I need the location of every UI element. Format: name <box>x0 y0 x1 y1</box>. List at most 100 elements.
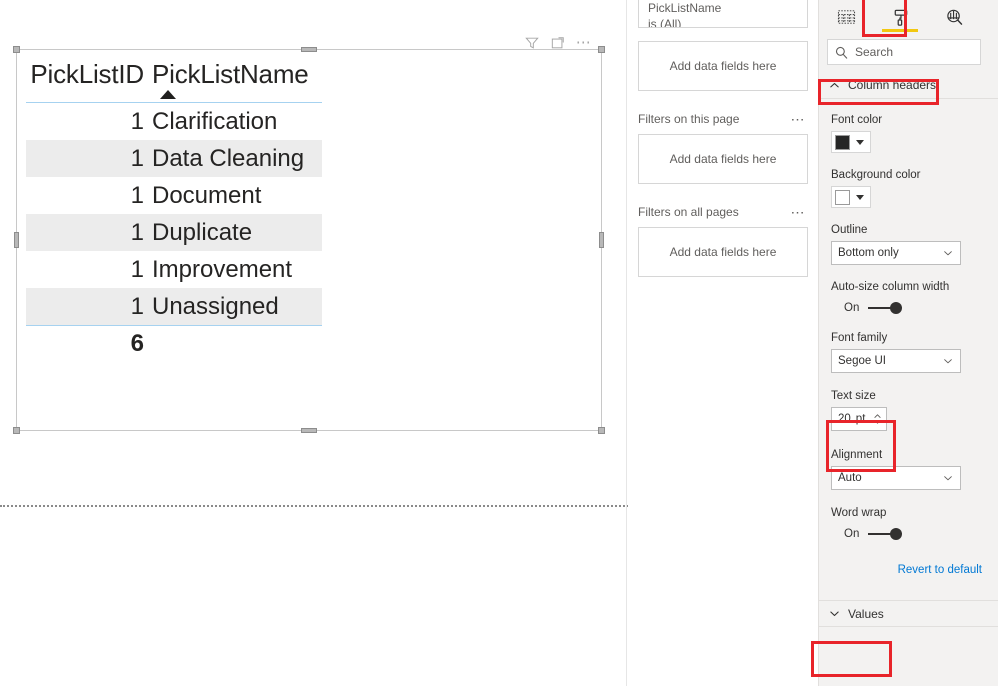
text-size-label: Text size <box>831 390 876 402</box>
resize-handle-left-middle[interactable] <box>14 232 19 248</box>
cell-picklistname: Clarification <box>152 108 278 135</box>
font-family-dropdown[interactable]: Segoe UI <box>831 349 961 373</box>
word-wrap-toggle[interactable] <box>868 527 903 541</box>
section-more-icon[interactable]: ⋯ <box>791 112 807 126</box>
column-header-picklistname[interactable]: PickListName <box>148 59 322 89</box>
chevron-down-icon <box>856 139 864 145</box>
property-font-family: Font family Segoe UI <box>819 332 998 373</box>
font-color-chip <box>835 134 850 150</box>
cell-picklistid: 1 <box>130 256 144 283</box>
total-value: 6 <box>130 330 144 357</box>
visualizations-format-pane: Search Column headers Font color Backgro… <box>818 0 998 686</box>
ellipsis-glyph: ⋯ <box>575 34 593 51</box>
outline-dropdown[interactable]: Bottom only <box>831 241 961 265</box>
cell-picklistid: 1 <box>130 219 144 246</box>
dropzone-label: Add data fields here <box>669 152 777 166</box>
cell-picklistid: 1 <box>130 145 144 172</box>
font-color-label: Font color <box>831 114 883 126</box>
search-icon <box>835 46 848 59</box>
table-row[interactable]: 1 Improvement <box>26 251 322 288</box>
resize-handle-top-right[interactable] <box>598 46 605 53</box>
section-more-icon[interactable]: ⋯ <box>791 205 807 219</box>
cell-picklistname: Improvement <box>152 256 293 283</box>
resize-handle-top-middle[interactable] <box>301 47 317 52</box>
filter-dropzone-this-page[interactable]: Add data fields here <box>638 134 808 184</box>
property-text-size: Text size 20 pt <box>819 390 998 431</box>
fields-tab[interactable] <box>824 1 868 33</box>
background-color-chip <box>835 189 850 205</box>
cell-picklistid: 1 <box>130 108 144 135</box>
outline-label: Outline <box>831 224 868 236</box>
auto-size-state: On <box>844 302 860 314</box>
section-column-headers[interactable]: Column headers <box>819 72 998 99</box>
filter-dropzone-all-pages[interactable]: Add data fields here <box>638 227 808 277</box>
font-family-label: Font family <box>831 332 888 344</box>
resize-handle-right-middle[interactable] <box>599 232 604 248</box>
canvas-page-boundary <box>0 505 628 507</box>
section-label: Filters on all pages <box>638 205 739 219</box>
text-size-value: 20 <box>838 413 851 425</box>
dropzone-label: Add data fields here <box>669 59 777 73</box>
table-row[interactable]: 1 Document <box>26 177 322 214</box>
search-input[interactable]: Search <box>827 39 981 65</box>
format-tab[interactable] <box>878 1 922 33</box>
table-visual-container[interactable]: PickListID PickListName 1 Clarification … <box>13 46 605 434</box>
filters-on-all-pages-header: Filters on all pages ⋯ <box>638 197 808 227</box>
alignment-value: Auto <box>838 472 862 484</box>
filter-dropzone-this-visual[interactable]: Add data fields here <box>638 41 808 91</box>
table-row[interactable]: 1 Data Cleaning <box>26 140 322 177</box>
property-font-color: Font color <box>819 114 998 153</box>
section-label: Filters on this page <box>638 112 740 126</box>
report-canvas[interactable]: ⋯ PickListID PickListName 1 Clarificatio… <box>0 0 628 686</box>
filter-field-name: PickListName <box>648 1 722 15</box>
table-row[interactable]: 1 Clarification <box>26 103 322 140</box>
resize-handle-top-left[interactable] <box>13 46 20 53</box>
section-values[interactable]: Values <box>819 600 998 627</box>
sort-ascending-arrow-icon <box>160 90 176 99</box>
chevron-down-icon <box>943 473 953 483</box>
table-header-row: PickListID PickListName <box>26 59 322 103</box>
table-row[interactable]: 1 Duplicate <box>26 214 322 251</box>
font-family-value: Segoe UI <box>838 355 886 367</box>
header-rule <box>26 102 322 103</box>
cell-picklistid: 1 <box>130 293 144 320</box>
property-alignment: Alignment Auto <box>819 449 998 490</box>
property-word-wrap: Word wrap On <box>819 507 998 541</box>
cell-picklistname: Data Cleaning <box>152 145 305 172</box>
column-header-picklistid[interactable]: PickListID <box>26 59 148 89</box>
resize-handle-bottom-middle[interactable] <box>301 428 317 433</box>
background-color-picker[interactable] <box>831 186 871 208</box>
table-visual[interactable]: PickListID PickListName 1 Clarification … <box>26 59 322 362</box>
chevron-down-icon <box>943 248 953 258</box>
chevron-up-icon <box>829 80 843 91</box>
resize-handle-bottom-right[interactable] <box>598 427 605 434</box>
auto-size-toggle[interactable] <box>868 301 903 315</box>
font-color-picker[interactable] <box>831 131 871 153</box>
background-color-label: Background color <box>831 169 921 181</box>
chevron-down-icon <box>856 194 864 200</box>
table-row[interactable]: 1 Unassigned <box>26 288 322 325</box>
filter-card-picklistname[interactable]: PickListName is (All) <box>638 0 808 28</box>
stepper-arrows-icon[interactable] <box>873 412 882 426</box>
text-size-stepper[interactable]: 20 pt <box>831 407 887 431</box>
revert-to-default-link[interactable]: Revert to default <box>898 564 982 576</box>
power-bi-report-editor: ⋯ PickListID PickListName 1 Clarificatio… <box>0 0 998 686</box>
word-wrap-state: On <box>844 528 860 540</box>
canvas-filters-divider <box>626 0 627 686</box>
table-body: 1 Clarification 1 Data Cleaning 1 Docume… <box>26 103 322 325</box>
cell-picklistname: Unassigned <box>152 293 279 320</box>
auto-size-label: Auto-size column width <box>831 281 950 293</box>
filters-on-this-page-header: Filters on this page ⋯ <box>638 104 808 134</box>
format-tab-active-underline <box>882 29 918 32</box>
property-background-color: Background color <box>819 169 998 208</box>
resize-handle-bottom-left[interactable] <box>13 427 20 434</box>
section-title: Column headers <box>848 78 937 92</box>
chevron-down-icon <box>943 356 953 366</box>
chevron-down-icon <box>829 608 843 619</box>
cell-picklistid: 1 <box>130 182 144 209</box>
alignment-dropdown[interactable]: Auto <box>831 466 961 490</box>
word-wrap-label: Word wrap <box>831 507 887 519</box>
analytics-tab[interactable] <box>932 1 976 33</box>
section-title: Values <box>848 606 884 621</box>
format-pane-scroll-area[interactable]: Column headers Font color Background col… <box>819 72 998 686</box>
